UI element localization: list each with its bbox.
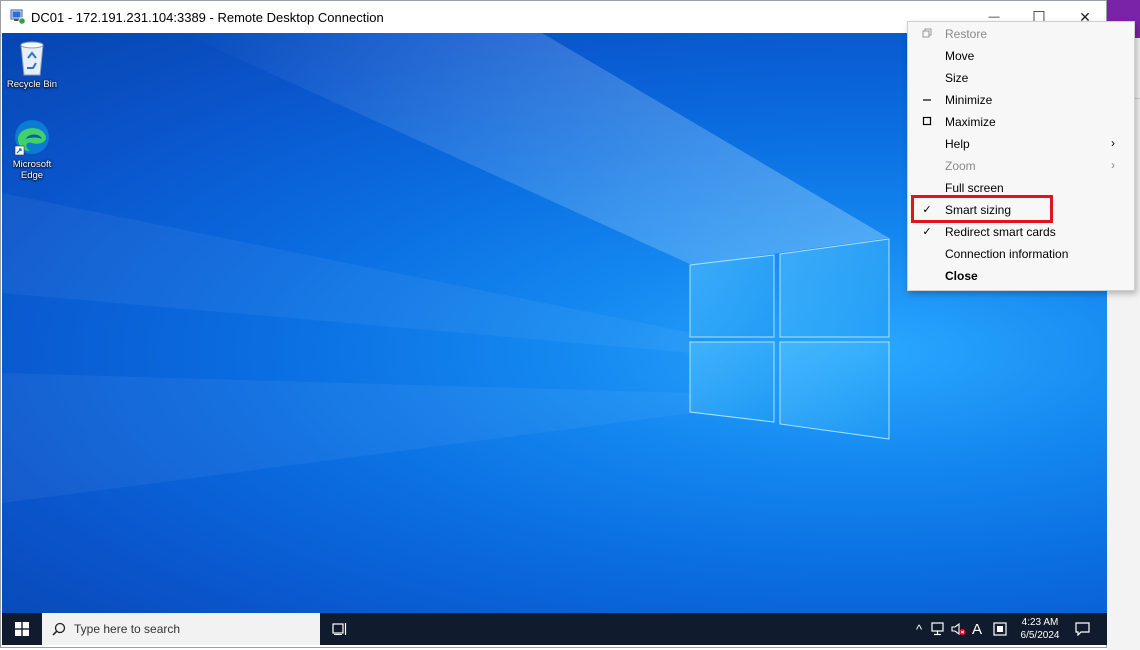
speaker-muted-icon	[950, 622, 965, 636]
menu-item-close[interactable]: Close	[908, 265, 1134, 287]
menu-item-maximize[interactable]: Maximize	[908, 111, 1134, 133]
desktop-icon-label: Microsoft Edge	[12, 159, 52, 181]
menu-item-size[interactable]: Size	[908, 67, 1134, 89]
minimize-icon	[920, 92, 934, 106]
taskbar-clock[interactable]: 4:23 AM 6/5/2024	[1012, 616, 1068, 642]
task-view-icon	[332, 623, 347, 635]
desktop-icon-microsoft-edge[interactable]: Microsoft Edge	[2, 117, 62, 181]
notification-icon	[1074, 622, 1090, 636]
submenu-arrow-icon: ›	[1111, 136, 1115, 150]
menu-item-move[interactable]: Move	[908, 45, 1134, 67]
start-button[interactable]	[2, 613, 42, 645]
keyboard-tray-button[interactable]	[990, 613, 1010, 645]
clock-date: 6/5/2024	[1020, 630, 1060, 641]
show-hidden-icons-button[interactable]: ^	[910, 613, 928, 645]
task-view-button[interactable]	[326, 613, 354, 645]
network-icon	[930, 622, 944, 636]
window-system-menu: Restore Move Size Minimize Maximize Help…	[907, 21, 1135, 291]
menu-item-restore[interactable]: Restore	[908, 23, 1134, 45]
menu-item-redirect-smart-cards[interactable]: ✓ Redirect smart cards	[908, 221, 1134, 243]
edge-icon	[14, 120, 49, 156]
clock-time: 4:23 AM	[1021, 617, 1059, 628]
restore-icon	[920, 26, 934, 40]
windows-logo-icon	[15, 622, 29, 636]
chevron-up-icon: ^	[915, 621, 923, 637]
menu-item-zoom[interactable]: Zoom ›	[908, 155, 1134, 177]
taskbar-search-box[interactable]: Type here to search	[42, 613, 320, 645]
desktop-icon-recycle-bin[interactable]: Recycle Bin	[2, 39, 62, 90]
volume-tray-button[interactable]	[948, 613, 968, 645]
submenu-arrow-icon: ›	[1111, 158, 1115, 172]
search-icon	[52, 622, 66, 636]
network-tray-button[interactable]	[928, 613, 948, 645]
menu-item-help[interactable]: Help ›	[908, 133, 1134, 155]
smart-sizing-highlight-box	[911, 195, 1053, 223]
desktop-icon-label: Recycle Bin	[6, 79, 58, 90]
remote-desktop-app-icon[interactable]	[10, 9, 26, 25]
menu-item-connection-information[interactable]: Connection information	[908, 243, 1134, 265]
keyboard-icon	[993, 622, 1007, 636]
maximize-icon	[920, 114, 934, 128]
window-title: DC01 - 172.191.231.104:3389 - Remote Des…	[31, 10, 384, 25]
menu-item-minimize[interactable]: Minimize	[908, 89, 1134, 111]
taskbar: Type here to search ^ A 4:23 AM 6/5/2024	[2, 613, 1107, 645]
search-placeholder: Type here to search	[74, 622, 181, 636]
action-center-button[interactable]	[1072, 613, 1092, 645]
checkmark-icon: ✓	[922, 225, 932, 238]
input-method-indicator[interactable]: A	[968, 613, 986, 645]
recycle-bin-icon	[20, 41, 44, 76]
